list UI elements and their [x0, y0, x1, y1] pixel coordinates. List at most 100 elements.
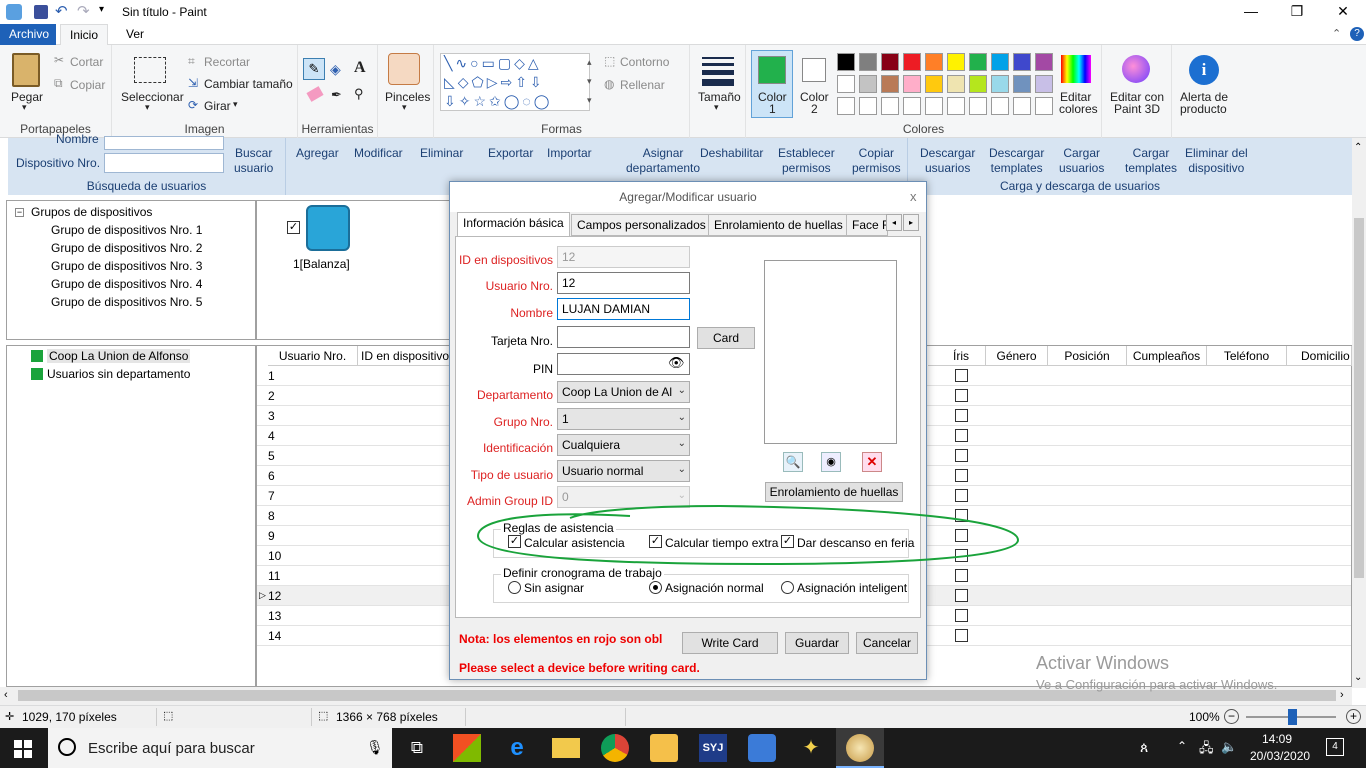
webcam-icon[interactable]: ◉: [821, 452, 841, 472]
iris-checkbox[interactable]: [955, 609, 968, 622]
app-button-6[interactable]: Deshabilitar: [700, 146, 763, 161]
device-checkbox[interactable]: ✓: [287, 221, 300, 234]
expand-icon[interactable]: −: [15, 208, 24, 217]
tab-fingerprint[interactable]: Enrolamiento de huellas: [708, 214, 849, 236]
app-button-1[interactable]: Modificar: [354, 146, 403, 161]
app-button-8[interactable]: Copiar permisos: [852, 146, 901, 176]
shapes-gallery[interactable]: ╲∿○▭▢◇△ ◺◇⬠▷⇨⇧⇩ ⇩✧☆✩◯◌◯: [440, 53, 590, 111]
schedule-none-radio[interactable]: [508, 581, 521, 594]
enroll-fingerprint-button[interactable]: Enrolamiento de huellas: [765, 482, 903, 502]
fill-icon[interactable]: ◈: [330, 61, 341, 78]
zoom-slider-thumb[interactable]: [1288, 709, 1297, 725]
volume-icon[interactable]: 🔈: [1221, 739, 1237, 755]
palette-swatch[interactable]: [903, 75, 921, 93]
zoom-in-button[interactable]: +: [1346, 709, 1361, 724]
iris-checkbox[interactable]: [955, 449, 968, 462]
card-no-input[interactable]: [557, 326, 690, 348]
scale-device-icon[interactable]: [306, 205, 350, 251]
col-header-device-id[interactable]: ID en dispositivo: [358, 346, 450, 366]
app-button-3[interactable]: Exportar: [488, 146, 533, 161]
col-header-position[interactable]: Posición: [1048, 346, 1127, 366]
paste-button[interactable]: Pegar: [11, 90, 43, 104]
schedule-smart-label[interactable]: Asignación inteligent: [797, 581, 907, 595]
paint-app-icon[interactable]: [6, 4, 22, 20]
schedule-smart-radio[interactable]: [781, 581, 794, 594]
device-group-item[interactable]: Grupo de dispositivos Nro. 2: [51, 241, 202, 255]
color-picker-icon[interactable]: ✒: [331, 87, 342, 103]
iris-checkbox[interactable]: [955, 389, 968, 402]
windows-start-icon[interactable]: [14, 740, 32, 758]
minimize-button[interactable]: —: [1228, 0, 1274, 24]
schedule-none-label[interactable]: Sin asignar: [524, 581, 584, 595]
select-button[interactable]: Seleccionar: [121, 90, 184, 104]
scroll-down-icon[interactable]: ⌄: [1354, 672, 1362, 683]
palette-swatch[interactable]: [837, 53, 855, 71]
network-icon[interactable]: 🖧: [1199, 739, 1214, 761]
department-item-coop[interactable]: Coop La Union de Alfonso: [47, 349, 191, 363]
palette-swatch[interactable]: [947, 97, 965, 115]
rotate-button[interactable]: Girar: [204, 99, 231, 113]
eraser-icon[interactable]: [306, 86, 324, 102]
outline-button[interactable]: Contorno: [620, 55, 669, 69]
app-button-5[interactable]: Asignar departamento: [626, 146, 700, 176]
user-type-select[interactable]: Usuario normal ⌄: [557, 460, 690, 482]
schedule-normal-radio[interactable]: [649, 581, 662, 594]
schedule-normal-label[interactable]: Asignación normal: [665, 581, 764, 595]
product-alert-button-l2[interactable]: producto: [1180, 102, 1227, 116]
save-icon[interactable]: [34, 5, 48, 19]
scroll-thumb[interactable]: [1354, 218, 1364, 578]
pencil-icon[interactable]: ✎: [303, 58, 325, 80]
cancel-button[interactable]: Cancelar: [856, 632, 918, 654]
tab-scroll-right[interactable]: ▸: [903, 214, 919, 231]
iris-checkbox[interactable]: [955, 369, 968, 382]
clock-date[interactable]: 20/03/2020: [1250, 749, 1310, 763]
magnifier-icon[interactable]: ⚲: [354, 86, 364, 102]
palette-swatch[interactable]: [859, 97, 877, 115]
device-input[interactable]: [104, 153, 224, 173]
col-header-address[interactable]: Domicilio: [1287, 346, 1352, 366]
paste-dropdown-icon[interactable]: ▾: [22, 102, 27, 113]
brushes-button[interactable]: Pinceles: [385, 90, 430, 104]
show-hidden-icons[interactable]: ⌃: [1177, 739, 1187, 753]
col-header-phone[interactable]: Teléfono: [1207, 346, 1287, 366]
palette-swatch[interactable]: [1035, 75, 1053, 93]
palette-swatch[interactable]: [837, 97, 855, 115]
undo-icon[interactable]: ↶: [55, 2, 68, 20]
col-header-birthday[interactable]: Cumpleaños: [1127, 346, 1207, 366]
download-button-4[interactable]: Eliminar del dispositivo: [1185, 146, 1248, 176]
text-icon[interactable]: A: [354, 59, 366, 77]
vpn-app-icon[interactable]: [748, 734, 776, 762]
size-dropdown-icon[interactable]: ▾: [714, 102, 719, 113]
palette-swatch[interactable]: [925, 75, 943, 93]
mail-app-icon[interactable]: [650, 734, 678, 762]
palette-swatch[interactable]: [947, 53, 965, 71]
palette-swatch[interactable]: [1013, 97, 1031, 115]
user-no-input[interactable]: 12: [557, 272, 690, 294]
info-icon[interactable]: i: [1189, 55, 1219, 85]
scroll-left-icon[interactable]: ‹: [4, 689, 8, 701]
iris-checkbox[interactable]: [955, 409, 968, 422]
tab-archivo[interactable]: Archivo: [0, 24, 56, 45]
department-item-none[interactable]: Usuarios sin departamento: [47, 367, 190, 381]
cut-button[interactable]: Cortar: [70, 55, 103, 69]
people-icon[interactable]: ጰ: [1140, 739, 1148, 756]
palette-swatch[interactable]: [969, 97, 987, 115]
col-header-iris[interactable]: Íris: [928, 346, 986, 366]
tab-inicio[interactable]: Inicio: [60, 24, 109, 45]
palette-swatch[interactable]: [1013, 53, 1031, 71]
palette-swatch[interactable]: [881, 53, 899, 71]
tab-scroll-left[interactable]: ◂: [886, 214, 902, 231]
vertical-scrollbar[interactable]: ⌃ ⌄: [1352, 138, 1366, 688]
tab-custom-fields[interactable]: Campos personalizados: [571, 214, 712, 236]
paste-icon[interactable]: [12, 53, 40, 87]
department-select[interactable]: Coop La Union de Al ⌄: [557, 381, 690, 403]
device-group-item[interactable]: Grupo de dispositivos Nro. 3: [51, 259, 202, 273]
dialog-close-button[interactable]: x: [910, 189, 917, 204]
palette-swatch[interactable]: [991, 75, 1009, 93]
scroll-right-icon[interactable]: ›: [1340, 689, 1344, 701]
file-explorer-icon[interactable]: [552, 738, 580, 758]
chrome-icon[interactable]: [601, 734, 629, 762]
palette-swatch[interactable]: [925, 97, 943, 115]
iris-checkbox[interactable]: [955, 469, 968, 482]
app-button-4[interactable]: Importar: [547, 146, 592, 161]
